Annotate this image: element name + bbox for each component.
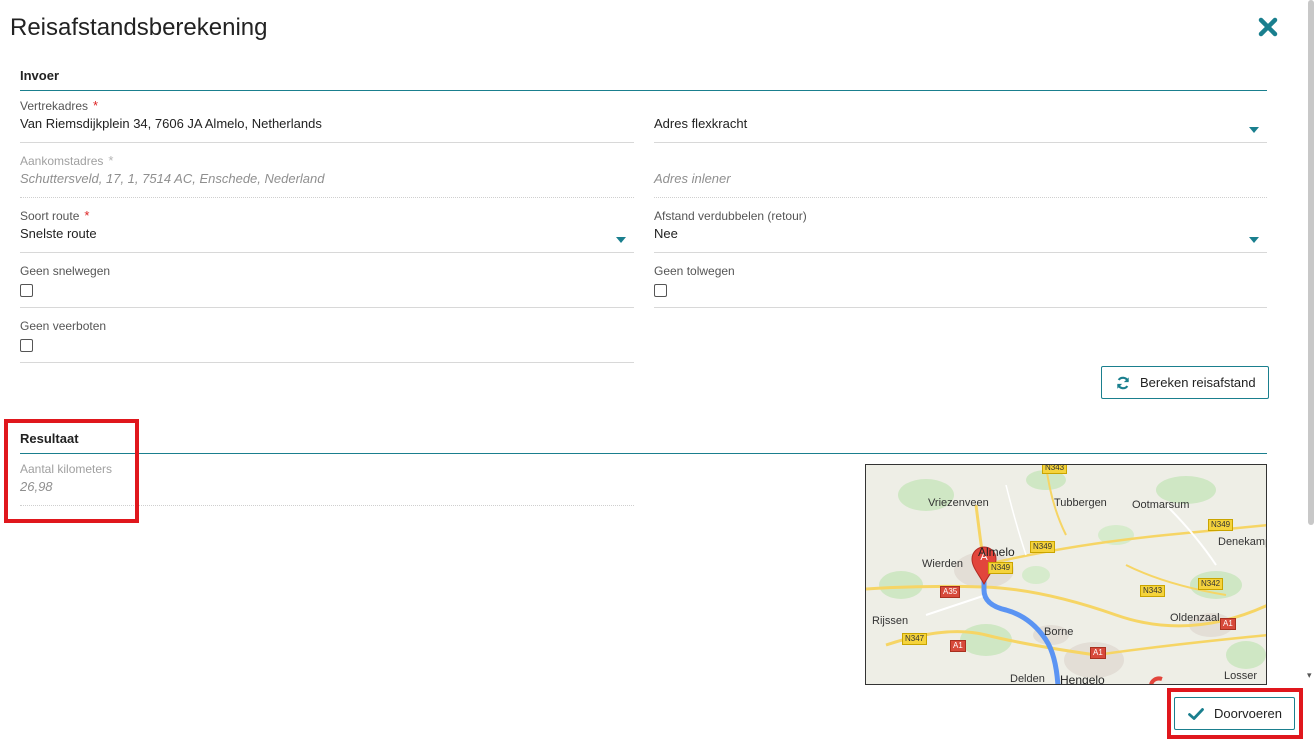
resultaat-heading: Resultaat [20, 431, 79, 446]
vertrekadres-value[interactable]: Van Riemsdijkplein 34, 7606 JA Almelo, N… [20, 116, 634, 132]
geen-tolwegen-checkbox[interactable] [654, 284, 667, 297]
route-map[interactable]: A Vriezenveen Tubbergen Ootmarsum Deneka… [865, 464, 1267, 685]
geen-snelwegen-label: Geen snelwegen [20, 264, 111, 278]
soort-route-value: Snelste route [20, 226, 97, 241]
geen-tolwegen-label: Geen tolwegen [654, 264, 735, 278]
close-icon[interactable] [1256, 15, 1280, 39]
bereken-reisafstand-label: Bereken reisafstand [1140, 375, 1256, 390]
map-road-shield: A1 [1220, 618, 1236, 630]
bereken-reisafstand-button[interactable]: Bereken reisafstand [1101, 366, 1269, 399]
dialog-title: Reisafstandsberekening [10, 14, 268, 41]
geen-veerboten-field: Geen veerboten [20, 318, 634, 363]
map-road-shield: A1 [1090, 647, 1106, 659]
aankomstadres-label: Aankomstadres * [20, 153, 114, 168]
adres-flexkracht-select[interactable]: Adres flexkracht [654, 98, 1267, 143]
required-marker: * [108, 153, 114, 168]
afstand-verdubbelen-value: Nee [654, 226, 678, 241]
afstand-verdubbelen-label: Afstand verdubbelen (retour) [654, 209, 807, 223]
map-road-shield: A35 [940, 586, 961, 598]
aantal-kilometers-label: Aantal kilometers [20, 462, 113, 476]
soort-route-label: Soort route * [20, 208, 90, 223]
geen-tolwegen-field: Geen tolwegen [654, 263, 1267, 308]
map-town-label: Ootmarsum [1132, 499, 1190, 511]
map-road-shield: A1 [950, 640, 966, 652]
aantal-kilometers-field: Aantal kilometers 26,98 [20, 461, 634, 506]
adres-inlener-value: Adres inlener [654, 171, 731, 186]
map-town-label: Wierden [922, 558, 963, 570]
aankomstadres-value: Schuttersveld, 17, 1, 7514 AC, Enschede,… [20, 171, 325, 186]
map-town-label: Almelo [978, 545, 1015, 559]
resultaat-section-header: Resultaat [20, 430, 1267, 454]
aantal-kilometers-value: 26,98 [20, 479, 53, 494]
map-town-label: Hengelo [1060, 673, 1105, 685]
map-town-label: Borne [1044, 626, 1074, 638]
map-town-label: Tubbergen [1054, 497, 1107, 509]
scrollbar[interactable] [1308, 0, 1314, 525]
map-road-shield: N349 [1208, 519, 1234, 531]
soort-route-select[interactable]: Soort route * Snelste route [20, 208, 634, 253]
map-town-label: Oldenzaal [1170, 612, 1220, 624]
doorvoeren-label: Doorvoeren [1214, 706, 1282, 721]
invoer-section-header: Invoer [20, 67, 1267, 91]
required-marker: * [93, 98, 99, 113]
doorvoeren-button[interactable]: Doorvoeren [1174, 697, 1295, 730]
required-marker: * [84, 208, 90, 223]
map-road-shield: N343 [1042, 465, 1068, 474]
map-road-shield: N343 [1140, 585, 1166, 597]
chevron-down-icon[interactable] [1249, 127, 1259, 133]
map-road-shield: N347 [902, 633, 928, 645]
geen-veerboten-label: Geen veerboten [20, 319, 107, 333]
map-road-shield: N349 [1030, 541, 1056, 553]
map-road-shield: N342 [1198, 578, 1224, 590]
chevron-down-icon[interactable] [1249, 237, 1259, 243]
map-town-label: Losser [1224, 670, 1258, 682]
refresh-icon [1117, 376, 1129, 389]
adres-inlener-field: Adres inlener [654, 153, 1267, 198]
afstand-verdubbelen-select[interactable]: Afstand verdubbelen (retour) Nee [654, 208, 1267, 253]
map-town-label: Vriezenveen [928, 497, 989, 509]
invoer-heading: Invoer [20, 68, 60, 83]
adres-flexkracht-value: Adres flexkracht [654, 116, 748, 131]
map-town-label: Denekamp [1218, 536, 1267, 548]
scroll-down-arrow-icon[interactable]: ▾ [1307, 670, 1312, 681]
vertrekadres-field[interactable]: Vertrekadres * Van Riemsdijkplein 34, 760… [20, 98, 634, 143]
geen-snelwegen-checkbox[interactable] [20, 284, 33, 297]
vertrekadres-label: Vertrekadres * [20, 98, 99, 113]
map-town-label: Delden [1010, 673, 1045, 685]
checkmark-icon [1188, 707, 1204, 720]
geen-veerboten-checkbox[interactable] [20, 339, 33, 352]
aankomstadres-field: Aankomstadres * Schuttersveld, 17, 1, 751… [20, 153, 634, 198]
map-town-label: Rijssen [872, 615, 909, 627]
map-road-shield: N349 [988, 562, 1014, 574]
geen-snelwegen-field: Geen snelwegen [20, 263, 634, 308]
chevron-down-icon[interactable] [616, 237, 626, 243]
